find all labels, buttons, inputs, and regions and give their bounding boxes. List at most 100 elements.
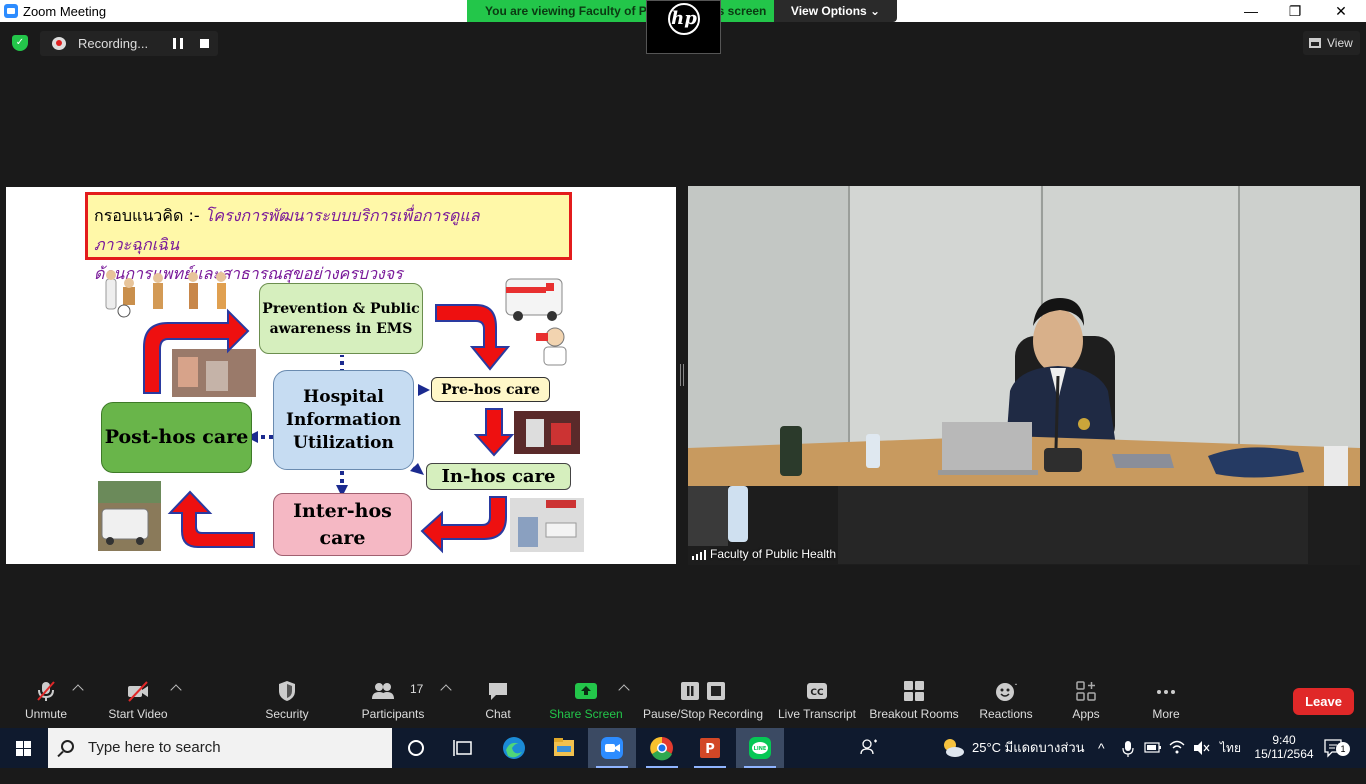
taskbar-powerpoint[interactable]: P bbox=[686, 728, 734, 768]
show-hidden-icons-chevron-icon[interactable]: ^ bbox=[1098, 728, 1112, 768]
system-clock[interactable]: 9:40 15/11/2564 bbox=[1250, 728, 1318, 768]
restore-button[interactable]: ❐ bbox=[1272, 0, 1318, 22]
chat-button[interactable]: Chat bbox=[474, 670, 522, 728]
participant-name-tag: Faculty of Public Health bbox=[690, 547, 836, 561]
node-in-hos-care: In-hos care bbox=[426, 463, 571, 490]
notification-count-badge: 1 bbox=[1336, 742, 1350, 756]
encryption-shield-icon[interactable]: ✓ bbox=[12, 35, 28, 51]
cortana-button[interactable] bbox=[392, 728, 440, 768]
participants-icon bbox=[371, 683, 394, 699]
clock-date: 15/11/2564 bbox=[1254, 747, 1314, 761]
breakout-rooms-button[interactable]: Breakout Rooms bbox=[868, 670, 960, 728]
task-view-button[interactable] bbox=[440, 728, 488, 768]
pause-stop-recording-button[interactable]: Pause/Stop Recording bbox=[642, 670, 764, 728]
participant-video-tile[interactable]: Faculty of Public Health bbox=[688, 186, 1360, 565]
taskbar-chrome[interactable] bbox=[638, 728, 686, 768]
meeting-controls-toolbar: Unmute Start Video Security 17 Participa… bbox=[0, 670, 1366, 728]
unmute-label: Unmute bbox=[24, 707, 68, 721]
stop-recording-icon[interactable] bbox=[200, 39, 209, 48]
screen-share-banner: You are viewing Faculty of Public Health… bbox=[467, 0, 774, 22]
weather-text: 25°C มีแดดบางส่วน bbox=[972, 740, 1085, 755]
split-view-divider[interactable] bbox=[680, 364, 684, 386]
live-transcript-label: Live Transcript bbox=[777, 707, 857, 721]
svg-text:CC: CC bbox=[810, 688, 824, 698]
svg-text:P: P bbox=[705, 742, 715, 757]
view-button[interactable]: View bbox=[1303, 31, 1360, 55]
start-video-label: Start Video bbox=[108, 707, 168, 721]
elderly-people-picture bbox=[105, 270, 226, 318]
pause-stop-icon bbox=[681, 682, 725, 700]
taskbar-search-placeholder: Type here to search bbox=[88, 739, 221, 756]
ambulance-picture bbox=[505, 278, 563, 321]
microphone-tray-icon[interactable] bbox=[1120, 728, 1136, 768]
clock-time: 9:40 bbox=[1272, 733, 1296, 747]
chrome-browser-icon bbox=[650, 736, 673, 761]
line-app-icon: LINE bbox=[749, 737, 771, 759]
pause-recording-icon[interactable] bbox=[173, 38, 183, 49]
view-label: View bbox=[1327, 36, 1353, 50]
pause-stop-recording-label: Pause/Stop Recording bbox=[642, 707, 764, 721]
powerpoint-icon: P bbox=[700, 738, 720, 758]
leave-meeting-button[interactable]: Leave bbox=[1293, 688, 1354, 715]
connection-signal-icon bbox=[692, 550, 706, 560]
taskbar-zoom[interactable] bbox=[588, 728, 636, 768]
input-language-indicator[interactable]: ไทย bbox=[1220, 728, 1242, 768]
svg-text:LINE: LINE bbox=[754, 746, 767, 752]
reactions-label: Reactions bbox=[979, 707, 1033, 721]
close-button[interactable]: ✕ bbox=[1318, 0, 1364, 22]
weather-widget[interactable]: 25°C มีแดดบางส่วน bbox=[940, 728, 1090, 768]
video-off-icon bbox=[128, 681, 148, 702]
edge-browser-icon bbox=[503, 737, 525, 759]
participants-label: Participants bbox=[361, 707, 425, 721]
people-button[interactable] bbox=[858, 728, 882, 768]
apps-button[interactable]: Apps bbox=[1062, 670, 1110, 728]
zoom-app-icon bbox=[4, 4, 18, 18]
recording-label: Recording... bbox=[78, 36, 149, 51]
view-options-button[interactable]: View Options ⌄ bbox=[774, 0, 897, 22]
more-button[interactable]: More bbox=[1142, 670, 1190, 728]
node-inter-hos-care: Inter-hos care bbox=[273, 493, 412, 556]
participant-name: Faculty of Public Health bbox=[710, 547, 837, 561]
partly-sunny-weather-icon bbox=[944, 739, 964, 757]
start-video-button[interactable]: Start Video bbox=[100, 670, 176, 728]
more-label: More bbox=[1152, 707, 1180, 721]
taskbar-edge[interactable] bbox=[490, 728, 538, 768]
meeting-room-scene bbox=[688, 186, 1360, 565]
share-screen-button[interactable]: Share Screen bbox=[548, 670, 624, 728]
more-dots-icon bbox=[1157, 690, 1175, 694]
live-transcript-button[interactable]: CC Live Transcript bbox=[776, 670, 858, 728]
reactions-button[interactable]: + Reactions bbox=[976, 670, 1036, 728]
participants-options-chevron-icon[interactable] bbox=[440, 684, 452, 696]
taskbar-line[interactable]: LINE bbox=[736, 728, 784, 768]
unmute-button[interactable]: Unmute bbox=[16, 670, 76, 728]
apps-label: Apps bbox=[1072, 707, 1100, 721]
minimize-button[interactable]: — bbox=[1228, 0, 1274, 22]
share-screen-label: Share Screen bbox=[549, 707, 623, 721]
participants-button[interactable]: 17 Participants bbox=[358, 670, 428, 728]
node-prevention: Prevention & Public awareness in EMS bbox=[259, 283, 423, 354]
windows-taskbar: Type here to search P LINE 25°C มีแดดบาง… bbox=[0, 728, 1366, 768]
search-icon bbox=[61, 740, 74, 753]
wifi-icon[interactable] bbox=[1168, 728, 1186, 768]
speaker-muted-icon[interactable] bbox=[1192, 728, 1210, 768]
muted-microphone-icon bbox=[37, 681, 55, 701]
breakout-rooms-label: Breakout Rooms bbox=[869, 707, 959, 721]
self-view-thumbnail[interactable]: hp bbox=[646, 0, 721, 54]
svg-text:+: + bbox=[1014, 680, 1017, 690]
action-center-button[interactable]: 1 bbox=[1322, 728, 1352, 768]
cloud-recording-icon bbox=[52, 37, 66, 50]
security-button[interactable]: Security bbox=[257, 670, 317, 728]
cortana-circle-icon bbox=[408, 740, 424, 756]
shared-screen-slide: กรอบแนวคิด :- โครงการพัฒนาระบบบริการเพื่… bbox=[6, 187, 676, 564]
taskbar-search-box[interactable]: Type here to search bbox=[48, 728, 392, 768]
battery-icon[interactable] bbox=[1144, 728, 1162, 768]
view-grid-icon bbox=[1309, 38, 1321, 48]
recording-indicator: Recording... bbox=[40, 31, 218, 56]
breakout-rooms-grid-icon bbox=[904, 681, 924, 701]
node-post-hos-care: Post-hos care bbox=[101, 402, 252, 473]
task-view-icon bbox=[453, 740, 472, 756]
start-button[interactable] bbox=[0, 728, 48, 768]
taskbar-file-explorer[interactable] bbox=[540, 728, 588, 768]
security-shield-icon bbox=[279, 681, 295, 701]
zoom-taskbar-icon bbox=[601, 737, 623, 759]
